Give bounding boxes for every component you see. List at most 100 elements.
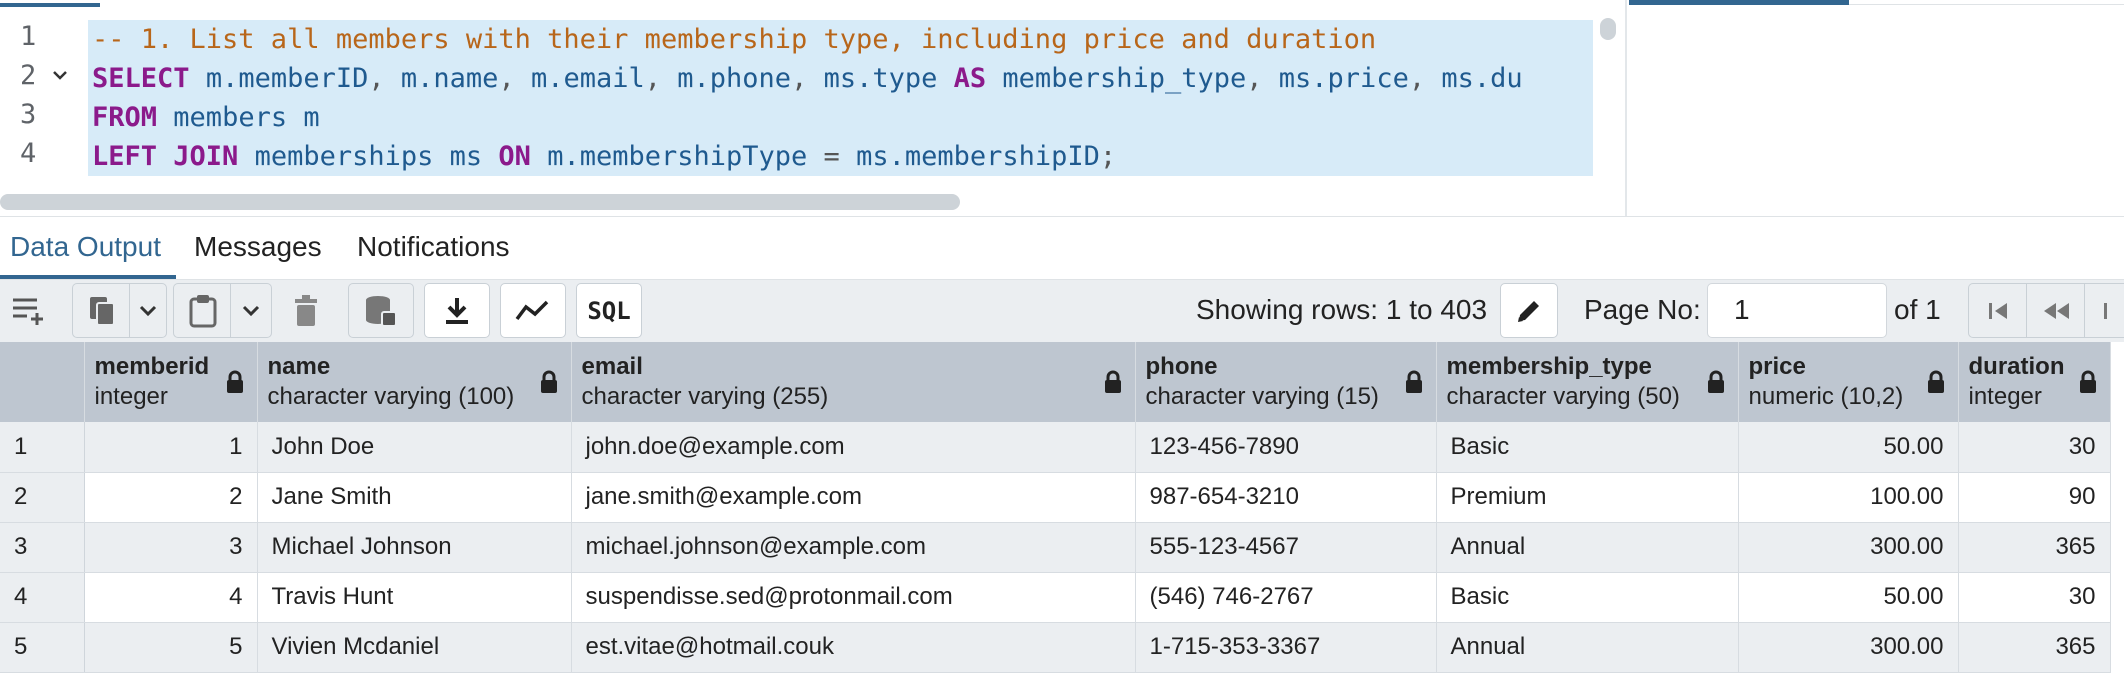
editor-horizontal-scrollbar[interactable] <box>0 194 960 210</box>
table-row[interactable]: 4 4 Travis Hunt suspendisse.sed@protonmail.… <box>0 572 2111 623</box>
table-cell[interactable]: 555-123-4567 <box>1135 522 1437 573</box>
table-cell[interactable]: Travis Hunt <box>257 572 572 623</box>
table-cell[interactable]: 50.00 <box>1738 572 1959 623</box>
table-cell[interactable]: 987-654-3210 <box>1135 472 1437 523</box>
column-header[interactable]: name character varying (100) <box>257 342 572 422</box>
table-cell[interactable]: 2 <box>84 472 258 523</box>
table-cell[interactable]: 5 <box>84 622 258 673</box>
table-cell[interactable]: 4 <box>84 572 258 623</box>
row-number[interactable]: 2 <box>0 472 85 523</box>
skip-first-icon <box>1987 300 2009 322</box>
add-row-button[interactable] <box>0 283 64 338</box>
save-data-button[interactable] <box>348 283 414 338</box>
table-cell[interactable]: 30 <box>1958 572 2111 623</box>
table-cell[interactable]: Premium <box>1436 472 1739 523</box>
table-cell[interactable]: John Doe <box>257 422 572 473</box>
next-page-button[interactable] <box>2084 283 2124 338</box>
data-output-toolbar: SQL Showing rows: 1 to 403 Page No: 1 of… <box>0 280 2124 342</box>
edit-rows-button[interactable] <box>1500 283 1558 338</box>
graph-visualiser-button[interactable] <box>500 283 566 338</box>
table-cell[interactable]: 365 <box>1958 522 2111 573</box>
table-cell[interactable]: 30 <box>1958 422 2111 473</box>
table-cell[interactable]: 50.00 <box>1738 422 1959 473</box>
table-cell[interactable]: 1-715-353-3367 <box>1135 622 1437 673</box>
lock-icon <box>2078 370 2098 401</box>
sql-token: , <box>1408 63 1442 94</box>
chevron-down-icon <box>242 305 260 317</box>
table-cell[interactable]: suspendisse.sed@protonmail.com <box>571 572 1136 623</box>
tab-messages[interactable]: Messages <box>194 231 322 263</box>
column-header[interactable]: membership_type character varying (50) <box>1436 342 1739 422</box>
copy-button[interactable] <box>72 283 130 338</box>
previous-page-button[interactable] <box>2026 283 2084 338</box>
page-number-input[interactable]: 1 <box>1707 283 1887 338</box>
tab-data-output[interactable]: Data Output <box>10 231 161 263</box>
sql-token: m.email <box>530 63 645 94</box>
first-page-button[interactable] <box>1968 283 2026 338</box>
table-cell[interactable]: Basic <box>1436 422 1739 473</box>
lock-icon <box>539 370 559 401</box>
table-cell[interactable]: Basic <box>1436 572 1739 623</box>
sql-token: , <box>644 63 678 94</box>
row-number[interactable]: 4 <box>0 572 85 623</box>
table-cell[interactable]: michael.johnson@example.com <box>571 522 1136 573</box>
code-line[interactable]: -- 1. List all members with their member… <box>88 20 1593 59</box>
table-row[interactable]: 2 2 Jane Smith jane.smith@example.com 987-65… <box>0 472 2111 523</box>
paste-button[interactable] <box>173 283 231 338</box>
code-line[interactable]: SELECT m.memberID, m.name, m.email, m.ph… <box>88 59 1593 98</box>
download-button[interactable] <box>424 283 490 338</box>
table-cell[interactable]: Michael Johnson <box>257 522 572 573</box>
table-row[interactable]: 5 5 Vivien Mcdaniel est.vitae@hotmail.couk 1… <box>0 622 2111 673</box>
sql-code[interactable]: -- 1. List all members with their member… <box>88 20 1593 176</box>
table-row[interactable]: 3 3 Michael Johnson michael.johnson@example… <box>0 522 2111 573</box>
sql-token: = <box>807 141 857 172</box>
trash-icon <box>293 294 319 327</box>
sql-button[interactable]: SQL <box>576 283 642 338</box>
table-cell[interactable]: john.doe@example.com <box>571 422 1136 473</box>
table-cell[interactable]: Annual <box>1436 522 1739 573</box>
table-cell[interactable]: jane.smith@example.com <box>571 472 1136 523</box>
table-row[interactable]: 1 1 John Doe john.doe@example.com 123-456-78… <box>0 422 2111 473</box>
line-number: 4 <box>20 138 37 169</box>
add-row-icon <box>11 296 53 326</box>
row-number[interactable]: 3 <box>0 522 85 573</box>
pane-tab-indicator <box>1629 0 1849 5</box>
row-number-header[interactable] <box>0 342 85 422</box>
paste-options-dropdown[interactable] <box>230 283 272 338</box>
table-cell[interactable]: Vivien Mcdaniel <box>257 622 572 673</box>
sql-comment: -- 1. List all members with their member… <box>92 24 1377 55</box>
code-line[interactable]: FROM members m <box>88 98 1593 137</box>
column-header[interactable]: memberid integer <box>84 342 258 422</box>
delete-button[interactable] <box>280 283 332 338</box>
table-cell[interactable]: 1 <box>84 422 258 473</box>
column-header[interactable]: price numeric (10,2) <box>1738 342 1959 422</box>
table-cell[interactable]: 3 <box>84 522 258 573</box>
column-header[interactable]: duration integer <box>1958 342 2111 422</box>
code-line[interactable]: LEFT JOIN memberships ms ON m.membership… <box>88 137 1593 176</box>
copy-options-dropdown[interactable] <box>129 283 167 338</box>
pencil-icon <box>1515 297 1543 325</box>
table-cell[interactable]: Annual <box>1436 622 1739 673</box>
sql-token: members m <box>173 102 320 133</box>
table-cell[interactable]: Jane Smith <box>257 472 572 523</box>
row-number[interactable]: 1 <box>0 422 85 473</box>
column-header[interactable]: phone character varying (15) <box>1135 342 1437 422</box>
table-cell[interactable]: 365 <box>1958 622 2111 673</box>
column-header[interactable]: email character varying (255) <box>571 342 1136 422</box>
table-cell[interactable]: 90 <box>1958 472 2111 523</box>
query-editor[interactable]: 1 2 3 4 -- 1. List all members with thei… <box>0 0 1625 212</box>
line-number: 1 <box>20 21 37 52</box>
result-grid: memberid integer name character varying (1… <box>0 342 2124 674</box>
tab-notifications[interactable]: Notifications <box>357 231 510 263</box>
table-cell[interactable]: (546) 746-2767 <box>1135 572 1437 623</box>
table-cell[interactable]: 123-456-7890 <box>1135 422 1437 473</box>
table-cell[interactable]: 100.00 <box>1738 472 1959 523</box>
table-cell[interactable]: 300.00 <box>1738 622 1959 673</box>
table-cell[interactable]: est.vitae@hotmail.couk <box>571 622 1136 673</box>
table-cell[interactable]: 300.00 <box>1738 522 1959 573</box>
row-number[interactable]: 5 <box>0 622 85 673</box>
editor-vertical-scrollbar[interactable] <box>1600 18 1616 40</box>
